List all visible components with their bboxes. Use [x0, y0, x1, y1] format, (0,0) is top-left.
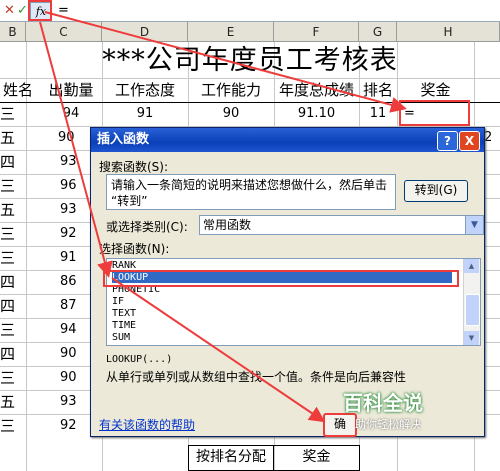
arrow-to-bonus-cell [44, 11, 407, 113]
watermark-logo: 百科全说 助你轻松解决 [343, 390, 463, 440]
arrow-to-ok-button [111, 277, 326, 423]
watermark-title: 百科全说 [343, 391, 423, 415]
bottom-table-rank-header: 按排名分配 [188, 445, 274, 471]
watermark-subtitle: 助你轻松解决 [355, 418, 421, 431]
bottom-table-bonus-header: 奖金 [273, 445, 360, 471]
arrow-to-lookup [39, 21, 113, 278]
